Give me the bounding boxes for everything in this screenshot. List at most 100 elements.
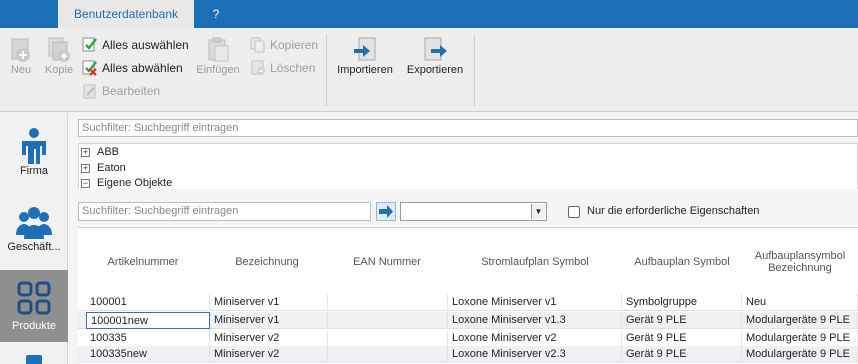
export-label: Exportieren (406, 64, 464, 76)
tree-node-label: Eaton (97, 162, 126, 174)
column-header[interactable]: Aufbauplan Symbol (622, 228, 742, 295)
tree-node-label: ABB (97, 146, 120, 158)
cell-artikelnummer[interactable]: 100001 (86, 294, 210, 311)
delete-button[interactable]: Löschen (250, 59, 315, 77)
main-panel: Suchfilter: Suchbegriff eintragen + ABB … (74, 113, 858, 364)
cell-ean[interactable] (328, 330, 448, 347)
tab-help[interactable]: ? (208, 0, 224, 28)
cell-artikelnummer[interactable]: 100335 (86, 330, 210, 347)
cell-ean[interactable] (328, 312, 448, 329)
export-button[interactable]: Exportieren (404, 36, 466, 76)
ribbon-separator (474, 34, 475, 106)
expand-icon[interactable]: + (81, 148, 90, 157)
tree-node-eigene-objekte[interactable]: − Eigene Objekte (81, 176, 173, 191)
nav-item-produkte[interactable]: Produkte (0, 270, 68, 342)
cell-stromlaufplan[interactable]: Loxone Miniserver v1 (448, 294, 622, 311)
required-properties-label: Nur die erforderliche Eigenschaften (587, 205, 760, 217)
select-all-label: Alles auswählen (102, 38, 189, 52)
ribbon-separator (326, 34, 327, 106)
delete-icon (251, 60, 265, 75)
cell-aufbauplan[interactable]: Gerät 9 PLE (622, 312, 742, 329)
nav-item-more[interactable] (0, 351, 68, 364)
import-icon (354, 37, 376, 61)
copy-item-icon (48, 37, 70, 62)
cell-stromlaufplan[interactable]: Loxone Miniserver v2 (448, 330, 622, 347)
cell-aufbauplansymbol[interactable]: Modulargeräte 9 PLE (742, 312, 858, 329)
ribbon: Neu Kopie Alles auswählen Alles abwählen… (0, 28, 858, 112)
column-header[interactable]: Bezeichnung (208, 228, 326, 295)
deselect-all-label: Alles abwählen (102, 61, 183, 75)
edit-icon (83, 84, 96, 99)
ribbon-tab-bar: Benutzerdatenbank ? (0, 0, 858, 28)
table-row[interactable]: 100001new Miniserver v1 Loxone Miniserve… (78, 312, 858, 329)
left-nav: Firma Geschäft... Produkte (0, 113, 68, 364)
product-search-input[interactable]: Suchfilter: Suchbegriff eintragen (78, 202, 371, 221)
edit-button[interactable]: Bearbeiten (82, 82, 160, 100)
column-header[interactable]: Stromlaufplan Symbol (448, 228, 622, 295)
copy-icon (250, 37, 265, 53)
cell-aufbauplan[interactable]: Gerät 9 PLE (622, 330, 742, 347)
cell-artikelnummer[interactable]: 100335new (86, 346, 210, 363)
paste-button[interactable]: Einfügen (194, 36, 242, 76)
cell-ean[interactable] (328, 346, 448, 363)
products-icon (17, 281, 51, 315)
copy-item-label: Kopie (44, 64, 74, 76)
import-label: Importieren (337, 64, 393, 76)
new-icon (11, 38, 30, 62)
table-row[interactable]: 100001 Miniserver v1 Loxone Miniserver v… (78, 294, 858, 311)
cell-aufbauplansymbol[interactable]: Modulargeräte 9 PLE (742, 346, 858, 363)
new-label: Neu (10, 64, 32, 76)
cell-aufbauplansymbol[interactable]: Modulargeräte 9 PLE (742, 330, 858, 347)
import-button[interactable]: Importieren (334, 36, 396, 76)
select-all-button[interactable]: Alles auswählen (82, 36, 189, 54)
copy-item-button[interactable]: Kopie (42, 36, 76, 76)
cell-aufbauplan[interactable]: Symbolgruppe (622, 294, 742, 311)
tree-node-eaton[interactable]: + Eaton (81, 161, 126, 176)
cell-stromlaufplan[interactable]: Loxone Miniserver v1.3 (448, 312, 622, 329)
new-button[interactable]: Neu (6, 36, 36, 76)
expand-icon[interactable]: + (81, 164, 90, 173)
nav-item-geschaeft[interactable]: Geschäft... (0, 205, 68, 267)
deselect-all-button[interactable]: Alles abwählen (82, 59, 183, 77)
table-row[interactable]: 100335 Miniserver v2 Loxone Miniserver v… (78, 330, 858, 347)
deselect-all-icon (82, 60, 97, 76)
column-header[interactable]: Aufbauplansymbol Bezeichnung (742, 228, 858, 295)
document-icon (26, 355, 42, 364)
required-properties-checkbox[interactable] (568, 206, 580, 218)
nav-label-produkte: Produkte (11, 320, 57, 332)
column-header[interactable]: Artikelnummer (78, 228, 208, 295)
company-icon (22, 128, 46, 164)
tree-node-abb[interactable]: + ABB (81, 145, 120, 160)
tree-search-input[interactable]: Suchfilter: Suchbegriff eintragen (78, 119, 858, 137)
cell-bezeichnung[interactable]: Miniserver v1 (210, 294, 328, 311)
cell-aufbauplansymbol[interactable]: Neu (742, 294, 858, 311)
export-icon (424, 37, 447, 61)
property-filter-select[interactable]: ▼ (400, 202, 547, 221)
collapse-icon[interactable]: − (81, 179, 90, 188)
table-row[interactable]: 100335new Miniserver v2 Loxone Miniserve… (78, 346, 858, 363)
select-all-icon (82, 37, 97, 52)
copy-label: Kopieren (270, 38, 319, 52)
nav-label-firma: Firma (19, 165, 49, 177)
cell-artikelnummer[interactable]: 100001new (86, 312, 210, 329)
column-header[interactable]: EAN Nummer (326, 228, 448, 295)
tab-benutzerdatenbank[interactable]: Benutzerdatenbank (58, 0, 194, 28)
people-icon (16, 207, 52, 239)
cell-bezeichnung[interactable]: Miniserver v1 (210, 312, 328, 329)
arrow-right-icon (379, 205, 393, 218)
nav-label-geschaeft: Geschäft... (7, 241, 61, 253)
chevron-down-icon[interactable]: ▼ (531, 204, 545, 219)
cell-bezeichnung[interactable]: Miniserver v2 (210, 330, 328, 347)
cell-aufbauplan[interactable]: Gerät 9 PLE (622, 346, 742, 363)
delete-label: Löschen (270, 61, 316, 75)
paste-icon (208, 37, 229, 62)
category-tree: + ABB + Eaton − Eigene Objekte (78, 143, 858, 189)
search-go-button[interactable] (376, 202, 396, 221)
cell-bezeichnung[interactable]: Miniserver v2 (210, 346, 328, 363)
edit-label: Bearbeiten (102, 84, 161, 98)
tree-node-label: Eigene Objekte (97, 177, 173, 189)
nav-item-firma[interactable]: Firma (0, 127, 68, 193)
copy-button[interactable]: Kopieren (250, 36, 318, 54)
cell-ean[interactable] (328, 294, 448, 311)
cell-stromlaufplan[interactable]: Loxone Miniserver v2.3 (448, 346, 622, 363)
